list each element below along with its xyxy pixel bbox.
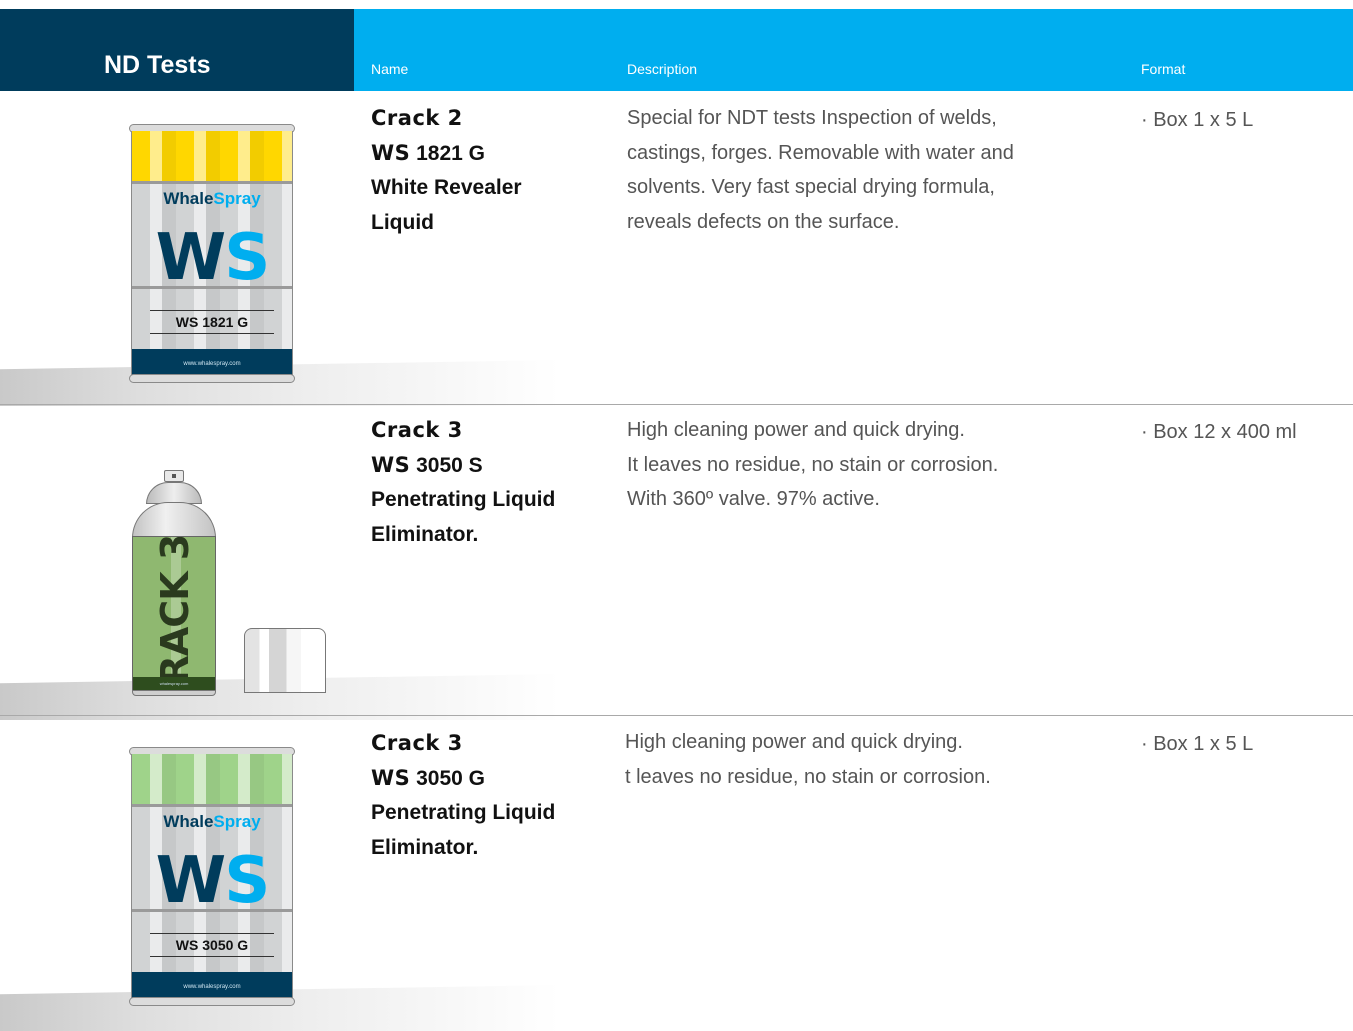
table-header: ND Tests Name Description Format [0, 9, 1353, 91]
header-columns-bar [354, 9, 1353, 91]
row-divider [0, 404, 1353, 405]
product-name: Crack 3 WS 3050 G Penetrating Liquid Eli… [371, 731, 556, 859]
product-description: High cleaning power and quick drying. t … [625, 731, 991, 788]
drum-code-label: WS 3050 G [150, 933, 274, 957]
page-title: ND Tests [104, 51, 211, 79]
spray-can-image: CRACK 3 whalespray.com [132, 466, 216, 696]
brand-logo: WhaleSpray [163, 812, 261, 831]
can-label: CRACK 3 [153, 536, 197, 692]
ws-logo: WS [155, 844, 271, 918]
column-header-name: Name [371, 61, 409, 77]
can-url: whalespray.com [133, 677, 215, 691]
product-format: · Box 12 x 400 ml [1141, 421, 1297, 443]
column-header-description: Description [627, 61, 698, 77]
column-header-format: Format [1141, 61, 1186, 77]
drum-body: WhaleSpray WS WS 3050 G www.whalespray.c… [131, 754, 293, 1002]
drum-body: WhaleSpray WS WS 1821 G www.whalespray.c… [131, 131, 293, 379]
drum-code-label: WS 1821 G [150, 310, 274, 334]
product-name: Crack 2 WS 1821 G White Revealer Liquid [371, 106, 522, 234]
spray-cap-image [244, 628, 326, 693]
row-divider [0, 715, 1353, 716]
product-format: · Box 1 x 5 L [1141, 109, 1254, 131]
product-format: · Box 1 x 5 L [1141, 733, 1254, 755]
product-description: Special for NDT tests Inspection of weld… [627, 107, 1014, 233]
brand-logo: WhaleSpray [163, 189, 261, 208]
ws-logo: WS [155, 221, 271, 295]
product-description: High cleaning power and quick drying. It… [627, 419, 999, 510]
product-name: Crack 3 WS 3050 S Penetrating Liquid Eli… [371, 418, 556, 546]
